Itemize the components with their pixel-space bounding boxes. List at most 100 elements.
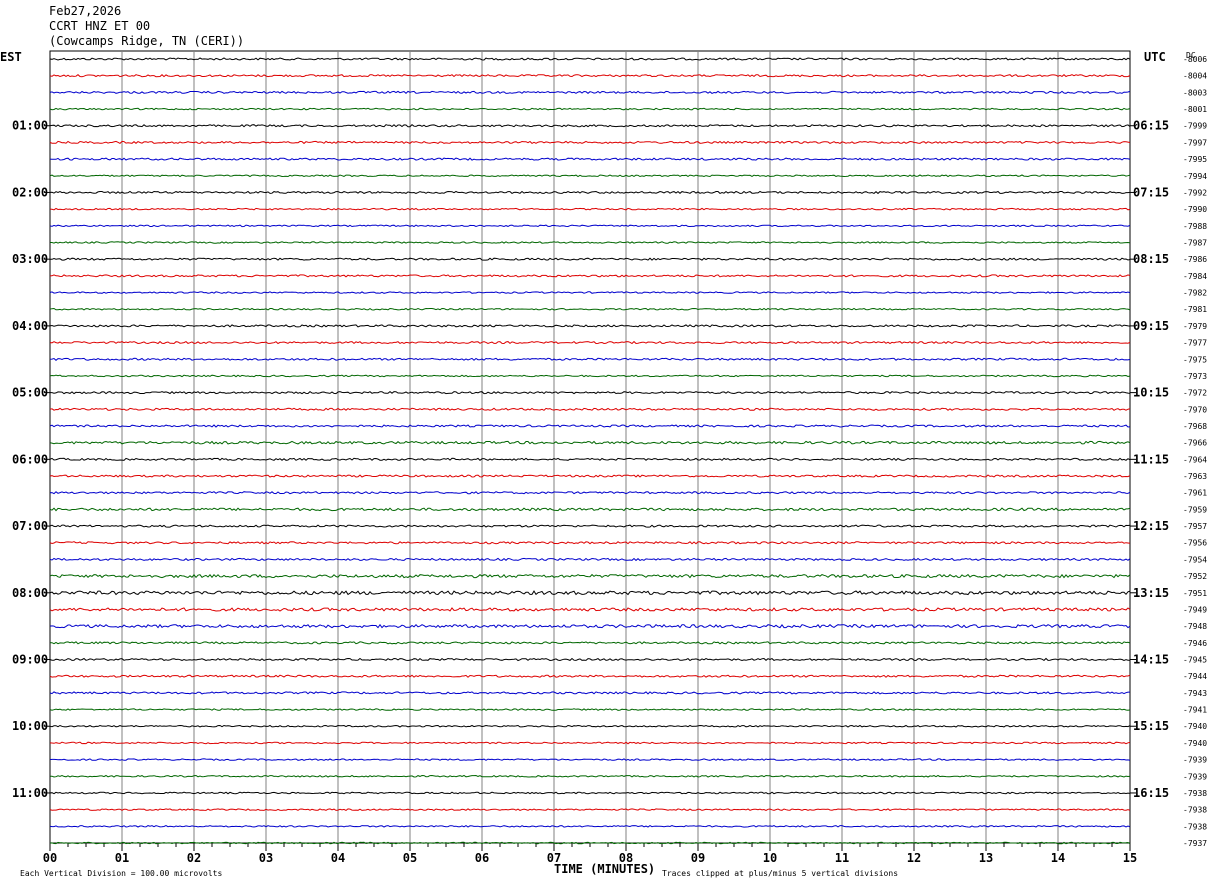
utc-hour-label: 11:15 (1133, 452, 1169, 466)
plot-frame (49, 50, 1131, 844)
dc-offset-label: -7948 (1183, 622, 1207, 631)
x-tick-label: 01 (115, 851, 129, 865)
seismic-trace (49, 607, 1131, 612)
scale-footnote: Each Vertical Division = 100.00 microvol… (20, 869, 222, 878)
dc-offset-label: -7938 (1183, 822, 1207, 831)
dc-offset-label: -7999 (1183, 122, 1207, 131)
dc-offset-label: -7956 (1183, 539, 1207, 548)
seismic-trace (49, 74, 1131, 78)
dc-offset-label: -7961 (1183, 489, 1207, 498)
seismic-trace (49, 57, 1131, 61)
utc-hour-label: 14:15 (1133, 653, 1169, 667)
dc-offset-label: -8004 (1183, 72, 1207, 81)
dc-offset-label: -7995 (1183, 155, 1207, 164)
dc-offset-label: -7994 (1183, 172, 1207, 181)
seismic-trace (49, 157, 1131, 161)
seismic-trace (49, 741, 1131, 745)
utc-hour-label: 06:15 (1133, 119, 1169, 133)
clipping-footnote: Traces clipped at plus/minus 5 vertical … (662, 869, 898, 878)
dc-offset-label: -7944 (1183, 672, 1207, 681)
dc-offset-label: -7940 (1183, 739, 1207, 748)
dc-offset-label: -8001 (1183, 105, 1207, 114)
seismic-trace (49, 774, 1131, 778)
est-hour-label: 04:00 (12, 319, 48, 333)
seismic-trace (49, 474, 1131, 478)
dc-offset-label: -7970 (1183, 405, 1207, 414)
est-axis-label: EST (0, 50, 22, 64)
dc-offset-label: -7945 (1183, 656, 1207, 665)
utc-hour-label: 15:15 (1133, 719, 1169, 733)
seismic-trace (49, 573, 1131, 579)
seismic-trace (49, 190, 1131, 195)
dc-offset-label: -7943 (1183, 689, 1207, 698)
x-axis-title: TIME (MINUTES) (554, 862, 655, 876)
seismic-trace (49, 541, 1131, 545)
utc-axis-label: UTC (1144, 50, 1166, 64)
seismic-trace (49, 808, 1131, 811)
x-tick-label: 05 (403, 851, 417, 865)
x-tick-label: 03 (259, 851, 273, 865)
dc-offset-label: -7990 (1183, 205, 1207, 214)
dc-offset-label: -7937 (1183, 839, 1207, 848)
seismic-trace (49, 491, 1131, 495)
utc-hour-label: 09:15 (1133, 319, 1169, 333)
x-tick-label: 13 (979, 851, 993, 865)
plot-grid (44, 50, 1136, 851)
dc-offset-label: -7951 (1183, 589, 1207, 598)
dc-offset-label: -7987 (1183, 238, 1207, 247)
dc-offset-label: -7959 (1183, 505, 1207, 514)
x-tick-label: 14 (1051, 851, 1065, 865)
x-tick-label: 00 (43, 851, 57, 865)
est-hour-label: 11:00 (12, 786, 48, 800)
seismic-trace (49, 90, 1131, 95)
seismic-trace (49, 307, 1131, 311)
dc-offset-label: -7939 (1183, 756, 1207, 765)
dc-offset-label: -7938 (1183, 806, 1207, 815)
dc-offset-label: -7977 (1183, 339, 1207, 348)
dc-offset-label: -7968 (1183, 422, 1207, 431)
seismic-trace (49, 357, 1131, 361)
seismic-trace (49, 623, 1131, 629)
trace-group (49, 57, 1131, 845)
seismic-trace (49, 791, 1131, 795)
seismic-trace (49, 107, 1131, 111)
dc-offset-label: -7949 (1183, 605, 1207, 614)
x-tick-label: 15 (1123, 851, 1137, 865)
dc-offset-label: -7957 (1183, 522, 1207, 531)
seismic-trace (49, 291, 1131, 294)
seismic-trace (49, 140, 1131, 145)
seismic-trace (49, 507, 1131, 512)
est-hour-label: 02:00 (12, 185, 48, 199)
dc-offset-label: -8003 (1183, 88, 1207, 97)
x-tick-label: 02 (187, 851, 201, 865)
seismic-trace (49, 324, 1131, 328)
est-hour-label: 06:00 (12, 452, 48, 466)
seismic-trace (49, 440, 1131, 445)
x-tick-label: 09 (691, 851, 705, 865)
seismic-trace (50, 390, 1131, 395)
seismic-trace (49, 708, 1131, 711)
dc-offset-label: -7964 (1183, 455, 1207, 464)
est-hour-label: 09:00 (12, 653, 48, 667)
x-tick-label: 04 (331, 851, 345, 865)
x-tick-label: 06 (475, 851, 489, 865)
seismic-trace (49, 825, 1131, 828)
dc-offset-label: -7979 (1183, 322, 1207, 331)
dc-offset-label: -7939 (1183, 772, 1207, 781)
x-tick-label: 10 (763, 851, 777, 865)
est-hour-label: 03:00 (12, 252, 48, 266)
seismic-trace (49, 207, 1131, 211)
est-hour-label: 10:00 (12, 719, 48, 733)
dc-offset-label: -7940 (1183, 722, 1207, 731)
dc-offset-label: -7952 (1183, 572, 1207, 581)
seismic-trace (49, 374, 1131, 378)
seismic-trace (50, 241, 1131, 244)
utc-hour-label: 08:15 (1133, 252, 1169, 266)
seismic-trace (49, 257, 1131, 261)
seismic-trace (49, 174, 1131, 178)
est-hour-label: 05:00 (12, 386, 48, 400)
dc-offset-label: -7988 (1183, 222, 1207, 231)
seismic-trace (49, 691, 1130, 695)
x-tick-label: 08 (619, 851, 633, 865)
utc-hour-label: 13:15 (1133, 586, 1169, 600)
